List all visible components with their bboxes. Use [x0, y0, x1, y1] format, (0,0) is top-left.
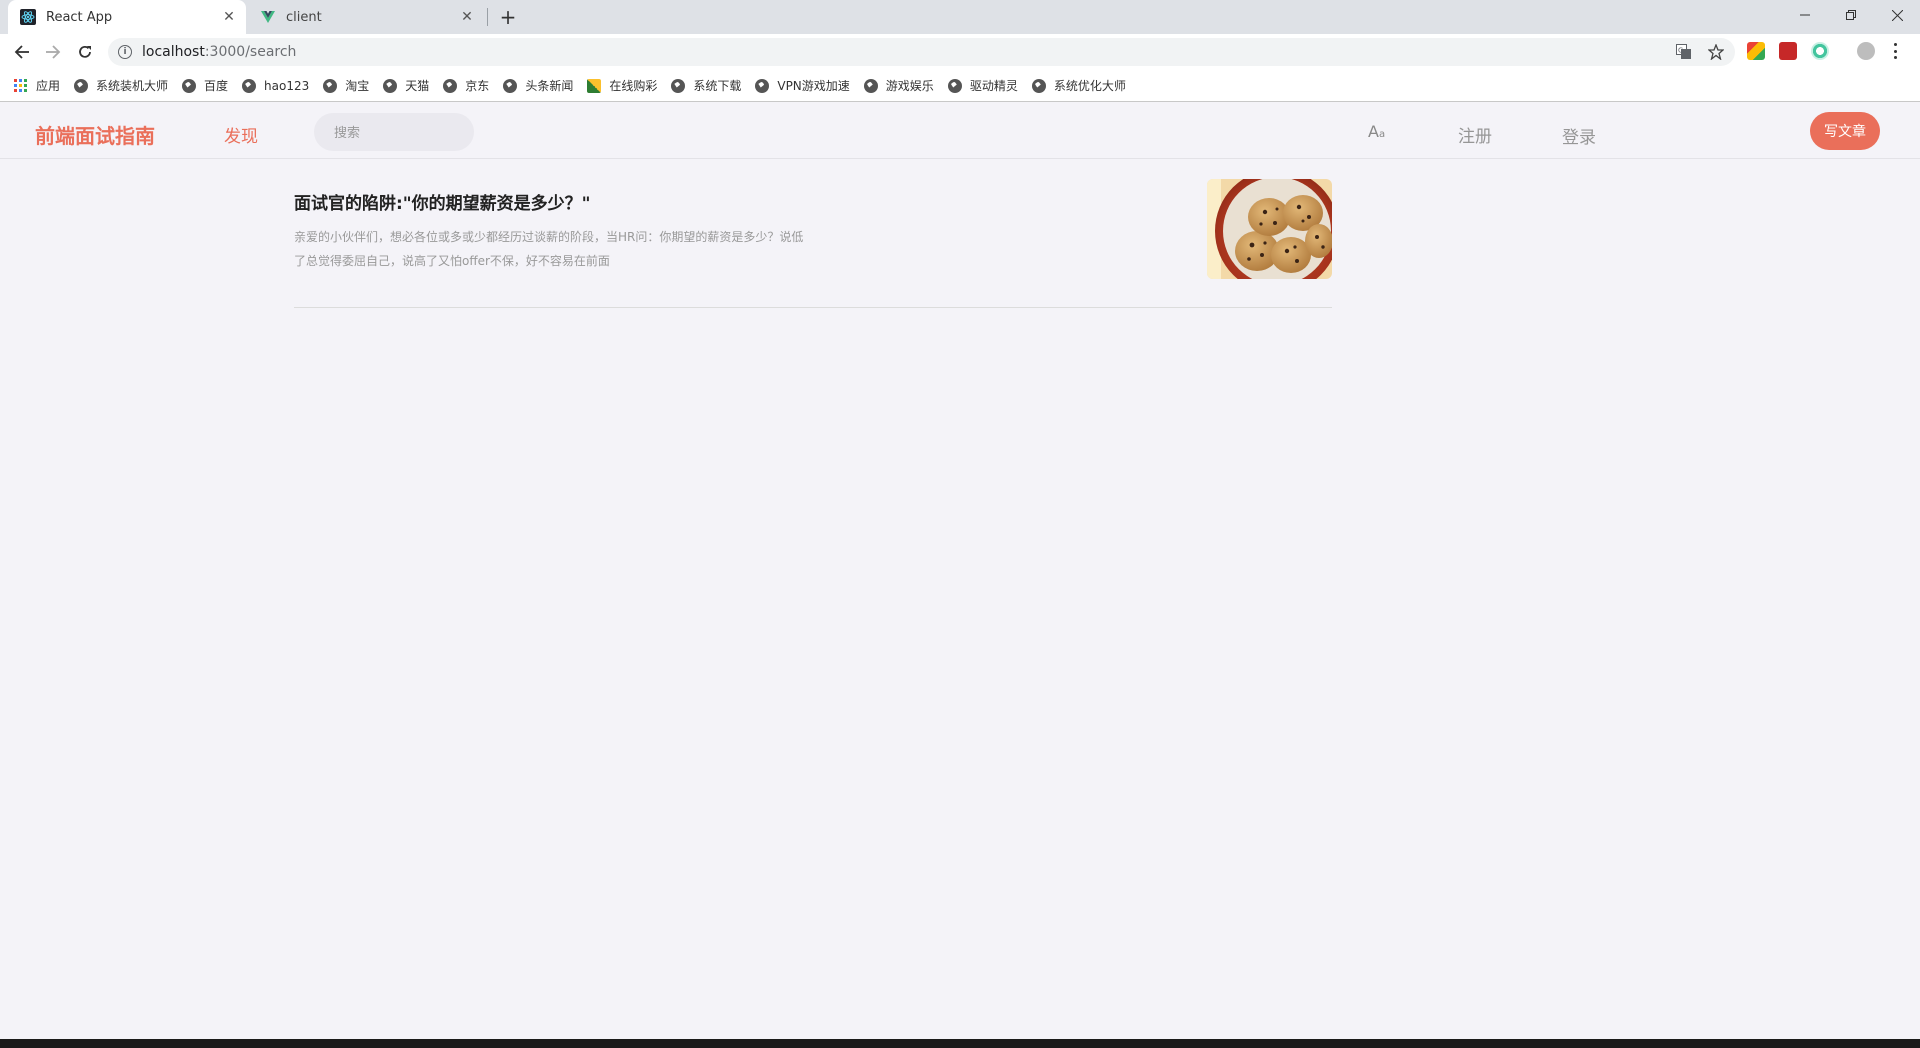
- bookmark-label: hao123: [264, 78, 310, 93]
- globe-icon: [671, 78, 686, 93]
- bookmark-item[interactable]: 系统下载: [671, 77, 741, 94]
- write-article-button[interactable]: 写文章: [1810, 112, 1880, 150]
- bookmark-item[interactable]: 驱动精灵: [947, 77, 1018, 94]
- article-title[interactable]: 面试官的陷阱:"你的期望薪资是多少？": [294, 189, 591, 214]
- bookmark-label: 游戏娱乐: [885, 79, 934, 93]
- bookmark-item[interactable]: 百度: [182, 77, 228, 94]
- globe-icon: [443, 78, 458, 93]
- translate-icon[interactable]: G: [1675, 43, 1693, 61]
- bookmark-item[interactable]: 在线购彩: [587, 77, 657, 94]
- site-info-icon[interactable]: i: [118, 45, 132, 59]
- bookmark-label: 系统下载: [693, 79, 742, 93]
- globe-icon: [863, 78, 878, 93]
- article-thumbnail[interactable]: [1207, 179, 1332, 279]
- url-host: localhost: [142, 44, 205, 60]
- react-logo-icon: [20, 9, 36, 25]
- profile-avatar-icon[interactable]: [1857, 42, 1875, 60]
- globe-icon: [242, 78, 257, 93]
- back-arrow-icon[interactable]: [9, 39, 35, 65]
- globe-icon: [1031, 78, 1046, 93]
- os-taskbar: [0, 1039, 1920, 1048]
- globe-icon: [947, 78, 962, 93]
- minimize-icon[interactable]: [1782, 0, 1828, 30]
- bookmark-label: 应用: [36, 79, 61, 93]
- bookmark-item[interactable]: 游戏娱乐: [863, 77, 934, 94]
- bookmark-item[interactable]: 天猫: [383, 77, 429, 94]
- globe-icon: [755, 78, 770, 93]
- bookmark-label: 系统优化大师: [1053, 79, 1126, 93]
- svg-text:G: G: [1678, 47, 1683, 55]
- register-link[interactable]: 注册: [1458, 122, 1492, 147]
- site-header: 前端面试指南 发现 Aa 注册 登录 写文章: [0, 103, 1920, 159]
- lottery-icon: [587, 78, 602, 93]
- site-logo[interactable]: 前端面试指南: [35, 120, 155, 149]
- bookmark-item[interactable]: 系统优化大师: [1031, 77, 1126, 94]
- globe-icon: [182, 78, 197, 93]
- bookmark-label: 天猫: [405, 79, 430, 93]
- browser-toolbar: i localhost:3000/search G: [0, 34, 1920, 70]
- reload-icon[interactable]: [72, 39, 98, 65]
- search-input[interactable]: [314, 113, 474, 151]
- tab-title: client: [286, 9, 322, 25]
- bookmark-apps[interactable]: 应用: [14, 77, 60, 94]
- font-toggle-small: a: [1378, 129, 1386, 140]
- globe-icon: [74, 78, 89, 93]
- close-icon[interactable]: ✕: [456, 6, 478, 28]
- vue-logo-icon: [260, 9, 276, 25]
- globe-icon: [503, 78, 518, 93]
- bookmark-label: 京东: [465, 79, 490, 93]
- bookmark-label: VPN游戏加速: [777, 79, 850, 93]
- new-tab-plus-icon[interactable]: +: [495, 4, 521, 30]
- bookmark-label: 百度: [204, 79, 229, 93]
- globe-icon: [323, 78, 338, 93]
- bookmark-item[interactable]: hao123: [242, 78, 310, 93]
- bookmark-label: 在线购彩: [609, 79, 658, 93]
- extension-color-icon[interactable]: [1747, 42, 1765, 60]
- bookmark-item[interactable]: 系统装机大师: [74, 77, 168, 94]
- window-close-icon[interactable]: [1874, 0, 1920, 30]
- tab-title: React App: [46, 9, 113, 25]
- nav-discover[interactable]: 发现: [224, 122, 258, 147]
- bookmarks-bar: 应用 系统装机大师 百度 hao123 淘宝 天猫 京东 头条新闻 在线购彩 系…: [0, 70, 1920, 102]
- bookmark-star-icon[interactable]: [1707, 43, 1725, 61]
- extension-red-icon[interactable]: [1779, 42, 1797, 60]
- tab-client[interactable]: client ✕: [248, 0, 484, 34]
- bookmark-label: 淘宝: [345, 79, 370, 93]
- restore-icon[interactable]: [1828, 0, 1874, 30]
- url-path: :3000/search: [204, 44, 297, 60]
- bookmark-item[interactable]: VPN游戏加速: [755, 77, 850, 94]
- article-list-item: 面试官的陷阱:"你的期望薪资是多少？" 亲爱的小伙伴们，想必各位或多或少都经历过…: [294, 179, 1332, 308]
- bookmark-item[interactable]: 淘宝: [323, 77, 369, 94]
- bookmark-item[interactable]: 头条新闻: [503, 77, 573, 94]
- close-icon[interactable]: ✕: [218, 6, 240, 28]
- bookmark-label: 头条新闻: [525, 79, 574, 93]
- bookmark-label: 系统装机大师: [96, 79, 169, 93]
- font-toggle-large: A: [1368, 122, 1379, 141]
- browser-tab-bar: React App ✕ client ✕ +: [0, 0, 1920, 34]
- browser-menu-icon[interactable]: [1893, 43, 1897, 59]
- tab-divider: [487, 8, 488, 26]
- forward-arrow-icon[interactable]: [40, 39, 66, 65]
- address-bar[interactable]: i localhost:3000/search: [108, 38, 1735, 66]
- cookies-image: [1207, 179, 1332, 279]
- bookmark-label: 驱动精灵: [969, 79, 1018, 93]
- font-size-toggle-icon[interactable]: Aa: [1368, 122, 1385, 141]
- apps-grid-icon: [14, 78, 28, 93]
- extension-green-icon[interactable]: [1811, 42, 1829, 60]
- globe-icon: [383, 78, 398, 93]
- bookmark-item[interactable]: 京东: [443, 77, 489, 94]
- login-link[interactable]: 登录: [1562, 123, 1596, 148]
- tab-react-app[interactable]: React App ✕: [8, 0, 246, 34]
- article-description: 亲爱的小伙伴们，想必各位或多或少都经历过谈薪的阶段，当HR问：你期望的薪资是多少…: [294, 230, 804, 268]
